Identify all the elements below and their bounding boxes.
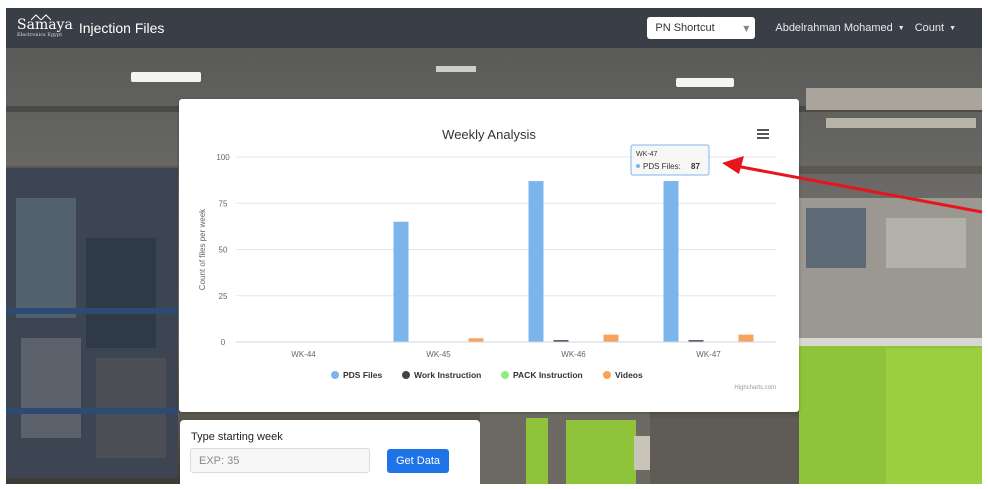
legend-swatch xyxy=(402,371,410,379)
count-caret-down-icon: ▼ xyxy=(949,24,956,32)
pn-shortcut-value: PN Shortcut xyxy=(655,22,715,34)
tooltip-category: WK-47 xyxy=(636,151,658,158)
y-tick-label: 25 xyxy=(219,292,228,301)
legend-label: Work Instruction xyxy=(414,370,481,380)
user-name: Abdelrahman Mohamed xyxy=(775,22,893,34)
logo-name: Samaya xyxy=(17,17,73,33)
x-tick-label: WK-47 xyxy=(696,350,721,359)
navbar-right: PN Shortcut ▼ Abdelrahman Mohamed ▼ Coun… xyxy=(647,17,956,39)
tooltip-series: PDS Files: xyxy=(643,162,681,171)
legend-label: PACK Instruction xyxy=(513,370,583,380)
y-tick-label: 50 xyxy=(219,246,228,255)
starting-week-input[interactable] xyxy=(190,448,370,473)
brand[interactable]: Samaya Electronics Egypt Injection Files xyxy=(17,14,165,38)
tooltip-swatch xyxy=(636,164,640,169)
bar xyxy=(393,221,409,342)
y-tick-label: 75 xyxy=(219,199,228,208)
logo-roof-icon xyxy=(31,14,51,20)
legend-swatch xyxy=(603,371,611,379)
bar xyxy=(468,338,484,342)
tooltip-value: 87 xyxy=(691,162,700,171)
count-menu-toggle[interactable]: Count ▼ xyxy=(915,22,956,34)
user-menu-toggle[interactable]: Abdelrahman Mohamed ▼ xyxy=(775,22,904,34)
app-title: Injection Files xyxy=(78,20,165,36)
bar xyxy=(738,334,754,342)
samaya-logo: Samaya Electronics Egypt xyxy=(17,14,73,38)
weekly-analysis-chart: Weekly Analysis 0 25 50 75 100 Count of files … xyxy=(198,127,776,391)
weekly-analysis-chart-card: Weekly Analysis 0 25 50 75 100 Count of files … xyxy=(179,99,799,412)
legend-swatch xyxy=(331,371,339,379)
y-tick-label: 100 xyxy=(216,153,230,162)
legend-swatch xyxy=(501,371,509,379)
week-form-card: Type starting week Get Data xyxy=(180,420,480,484)
select-chevron-down-icon: ▼ xyxy=(743,23,750,33)
count-label: Count xyxy=(914,22,945,34)
top-navbar: Samaya Electronics Egypt Injection Files… xyxy=(6,8,982,48)
y-tick-label: 0 xyxy=(221,338,226,347)
logo-subtitle: Electronics Egypt xyxy=(17,32,63,38)
x-tick-label: WK-46 xyxy=(561,350,586,359)
chart-credits: Highcharts.com xyxy=(734,385,776,391)
chart-title: Weekly Analysis xyxy=(442,127,536,142)
bar xyxy=(603,334,619,342)
get-data-button[interactable]: Get Data xyxy=(387,449,449,473)
starting-week-label: Type starting week xyxy=(191,431,283,443)
user-caret-down-icon: ▼ xyxy=(897,24,905,32)
pn-shortcut-select[interactable]: PN Shortcut ▼ xyxy=(647,17,756,39)
chart-menu-hamburger-icon[interactable] xyxy=(755,127,771,141)
legend-label: PDS Files xyxy=(343,370,382,380)
y-axis-label: Count of files per week xyxy=(198,208,207,290)
x-tick-label: WK-45 xyxy=(426,350,451,359)
bar xyxy=(663,181,679,342)
x-tick-label: WK-44 xyxy=(291,350,316,359)
legend-label: Videos xyxy=(615,370,643,380)
app-screen: Samaya Electronics Egypt Injection Files… xyxy=(6,8,982,484)
bar xyxy=(528,181,544,342)
